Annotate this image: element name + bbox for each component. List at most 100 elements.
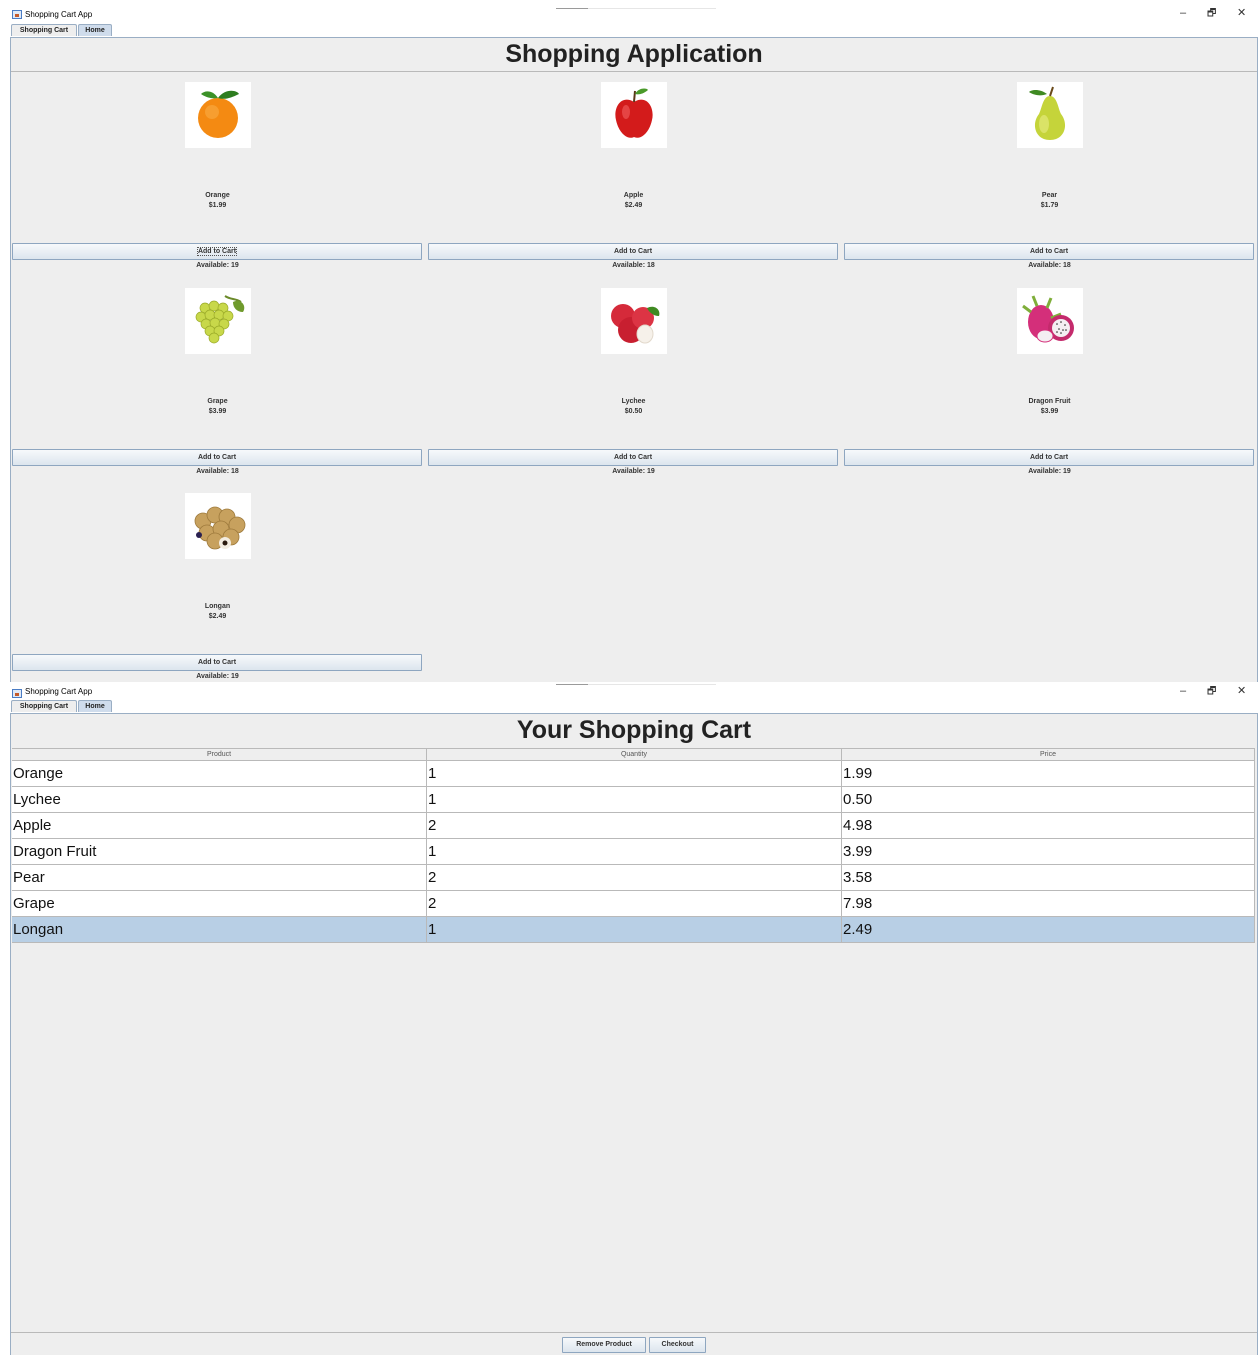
column-header-quantity[interactable]: Quantity xyxy=(427,749,842,760)
restore-icon[interactable]: 🗗 xyxy=(1207,8,1216,19)
product-card: Dragon Fruit $3.99 Add to Cart Available: 1… xyxy=(844,278,1255,483)
minimize-icon[interactable]: – xyxy=(1180,8,1186,19)
product-name: Orange xyxy=(205,192,230,199)
product-card: Pear $1.79 Add to Cart Available: 18 xyxy=(844,72,1255,277)
page-title: Your Shopping Cart xyxy=(516,716,752,744)
cell-price[interactable]: 3.58 xyxy=(842,865,1255,890)
table-row[interactable]: Orange 1 1.99 xyxy=(12,761,1255,787)
table-row[interactable]: Longan 1 2.49 xyxy=(12,917,1255,943)
add-to-cart-button-pear[interactable]: Add to Cart xyxy=(844,243,1254,260)
lychee-icon xyxy=(601,287,667,354)
cell-quantity[interactable]: 2 xyxy=(427,891,842,916)
close-icon[interactable]: ✕ xyxy=(1237,8,1246,19)
availability-label: Available: 18 xyxy=(196,467,239,475)
grape-icon xyxy=(185,287,251,354)
availability-label: Available: 18 xyxy=(1028,262,1071,269)
table-row[interactable]: Grape 2 7.98 xyxy=(12,891,1255,917)
table-row[interactable]: Lychee 1 0.50 xyxy=(12,787,1255,813)
add-to-cart-label: Add to Cart xyxy=(197,453,237,461)
longan-icon xyxy=(185,493,251,559)
title-bar-divider xyxy=(556,8,716,9)
product-price: $0.50 xyxy=(624,407,643,415)
cell-quantity[interactable]: 1 xyxy=(427,917,842,942)
product-name: Grape xyxy=(207,397,228,405)
cell-product[interactable]: Grape xyxy=(12,891,427,916)
minimize-icon[interactable]: – xyxy=(1180,686,1186,697)
java-app-icon xyxy=(12,10,22,19)
add-to-cart-button-grape[interactable]: Add to Cart xyxy=(12,448,422,466)
cell-product[interactable]: Apple xyxy=(12,813,427,838)
add-to-cart-label: Add to Cart xyxy=(1029,248,1069,255)
add-to-cart-button-apple[interactable]: Add to Cart xyxy=(428,243,838,260)
product-name: Pear xyxy=(1041,192,1058,199)
remove-product-button[interactable]: Remove Product xyxy=(562,1337,646,1353)
product-card: Grape $3.99 Add to Cart Available: 18 xyxy=(12,278,423,483)
table-row[interactable]: Dragon Fruit 1 3.99 xyxy=(12,839,1255,865)
product-name: Longan xyxy=(204,603,231,610)
dragon-fruit-icon xyxy=(1017,287,1083,354)
cell-quantity[interactable]: 1 xyxy=(427,839,842,864)
add-to-cart-button-dragon-fruit[interactable]: Add to Cart xyxy=(844,448,1254,466)
cell-product[interactable]: Lychee xyxy=(12,787,427,812)
cart-panel: Your Shopping Cart Product Quantity Pric… xyxy=(10,713,1258,1355)
pear-icon xyxy=(1017,82,1083,148)
cell-product[interactable]: Pear xyxy=(12,865,427,890)
availability-label: Available: 19 xyxy=(1028,467,1071,475)
product-card: Orange $1.99 Add to Cart Available: 19 xyxy=(12,72,423,277)
product-price: $1.79 xyxy=(1040,202,1059,209)
product-price: $1.99 xyxy=(208,202,227,209)
shopping-app-window: Shopping Cart App – 🗗 ✕ Shopping Cart Ho… xyxy=(0,0,1259,682)
product-card: Lychee $0.50 Add to Cart Available: 19 xyxy=(428,278,839,483)
restore-icon[interactable]: 🗗 xyxy=(1207,686,1216,697)
column-header-price[interactable]: Price xyxy=(842,749,1255,760)
product-card: Longan $2.49 Add to Cart Available: 19 xyxy=(12,483,423,682)
close-icon[interactable]: ✕ xyxy=(1237,686,1246,697)
window-title: Shopping Cart App xyxy=(25,687,93,696)
availability-label: Available: 19 xyxy=(196,262,239,269)
add-to-cart-button-orange[interactable]: Add to Cart xyxy=(12,243,422,260)
add-to-cart-button-longan[interactable]: Add to Cart xyxy=(12,654,422,671)
checkout-button[interactable]: Checkout xyxy=(649,1337,706,1353)
cell-price[interactable]: 1.99 xyxy=(842,761,1255,786)
tab-shopping-cart[interactable]: Shopping Cart xyxy=(11,700,77,712)
cell-price[interactable]: 3.99 xyxy=(842,839,1255,864)
product-name: Apple xyxy=(623,192,644,199)
product-card: Apple $2.49 Add to Cart Available: 18 xyxy=(428,72,839,277)
product-price: $2.49 xyxy=(208,613,227,620)
cell-price[interactable]: 7.98 xyxy=(842,891,1255,916)
cell-product[interactable]: Dragon Fruit xyxy=(12,839,427,864)
title-bar-divider xyxy=(556,684,716,685)
cell-product[interactable]: Orange xyxy=(12,761,427,786)
product-price: $3.99 xyxy=(208,407,227,415)
column-header-product[interactable]: Product xyxy=(12,749,427,760)
title-bar[interactable]: Shopping Cart App – 🗗 ✕ xyxy=(0,684,1259,706)
product-panel: Shopping Application Orange $1.99 Add to C… xyxy=(10,37,1258,682)
window-title: Shopping Cart App xyxy=(25,10,93,19)
java-app-icon xyxy=(12,689,22,698)
tab-home[interactable]: Home xyxy=(78,24,112,36)
apple-icon xyxy=(601,82,667,148)
availability-label: Available: 19 xyxy=(196,673,239,680)
product-price: $2.49 xyxy=(624,202,643,209)
table-row[interactable]: Pear 2 3.58 xyxy=(12,865,1255,891)
add-to-cart-button-lychee[interactable]: Add to Cart xyxy=(428,448,838,466)
table-header: Product Quantity Price xyxy=(12,748,1255,761)
action-bar: Remove Product Checkout xyxy=(11,1332,1257,1355)
cell-quantity[interactable]: 1 xyxy=(427,761,842,786)
cell-quantity[interactable]: 2 xyxy=(427,813,842,838)
tab-shopping-cart[interactable]: Shopping Cart xyxy=(11,24,77,36)
cell-price[interactable]: 4.98 xyxy=(842,813,1255,838)
cell-quantity[interactable]: 1 xyxy=(427,787,842,812)
product-name: Lychee xyxy=(621,397,646,405)
add-to-cart-label: Add to Cart xyxy=(613,453,653,461)
table-row[interactable]: Apple 2 4.98 xyxy=(12,813,1255,839)
cart-window: Shopping Cart App – 🗗 ✕ Shopping Cart Ho… xyxy=(0,684,1259,1355)
cell-price[interactable]: 2.49 xyxy=(842,917,1255,942)
cell-quantity[interactable]: 2 xyxy=(427,865,842,890)
cell-price[interactable]: 0.50 xyxy=(842,787,1255,812)
page-title: Shopping Application xyxy=(11,38,1257,72)
tab-home[interactable]: Home xyxy=(78,700,112,712)
title-bar[interactable]: Shopping Cart App – 🗗 ✕ xyxy=(0,0,1259,22)
cell-product[interactable]: Longan xyxy=(12,917,427,942)
availability-label: Available: 18 xyxy=(612,262,655,269)
